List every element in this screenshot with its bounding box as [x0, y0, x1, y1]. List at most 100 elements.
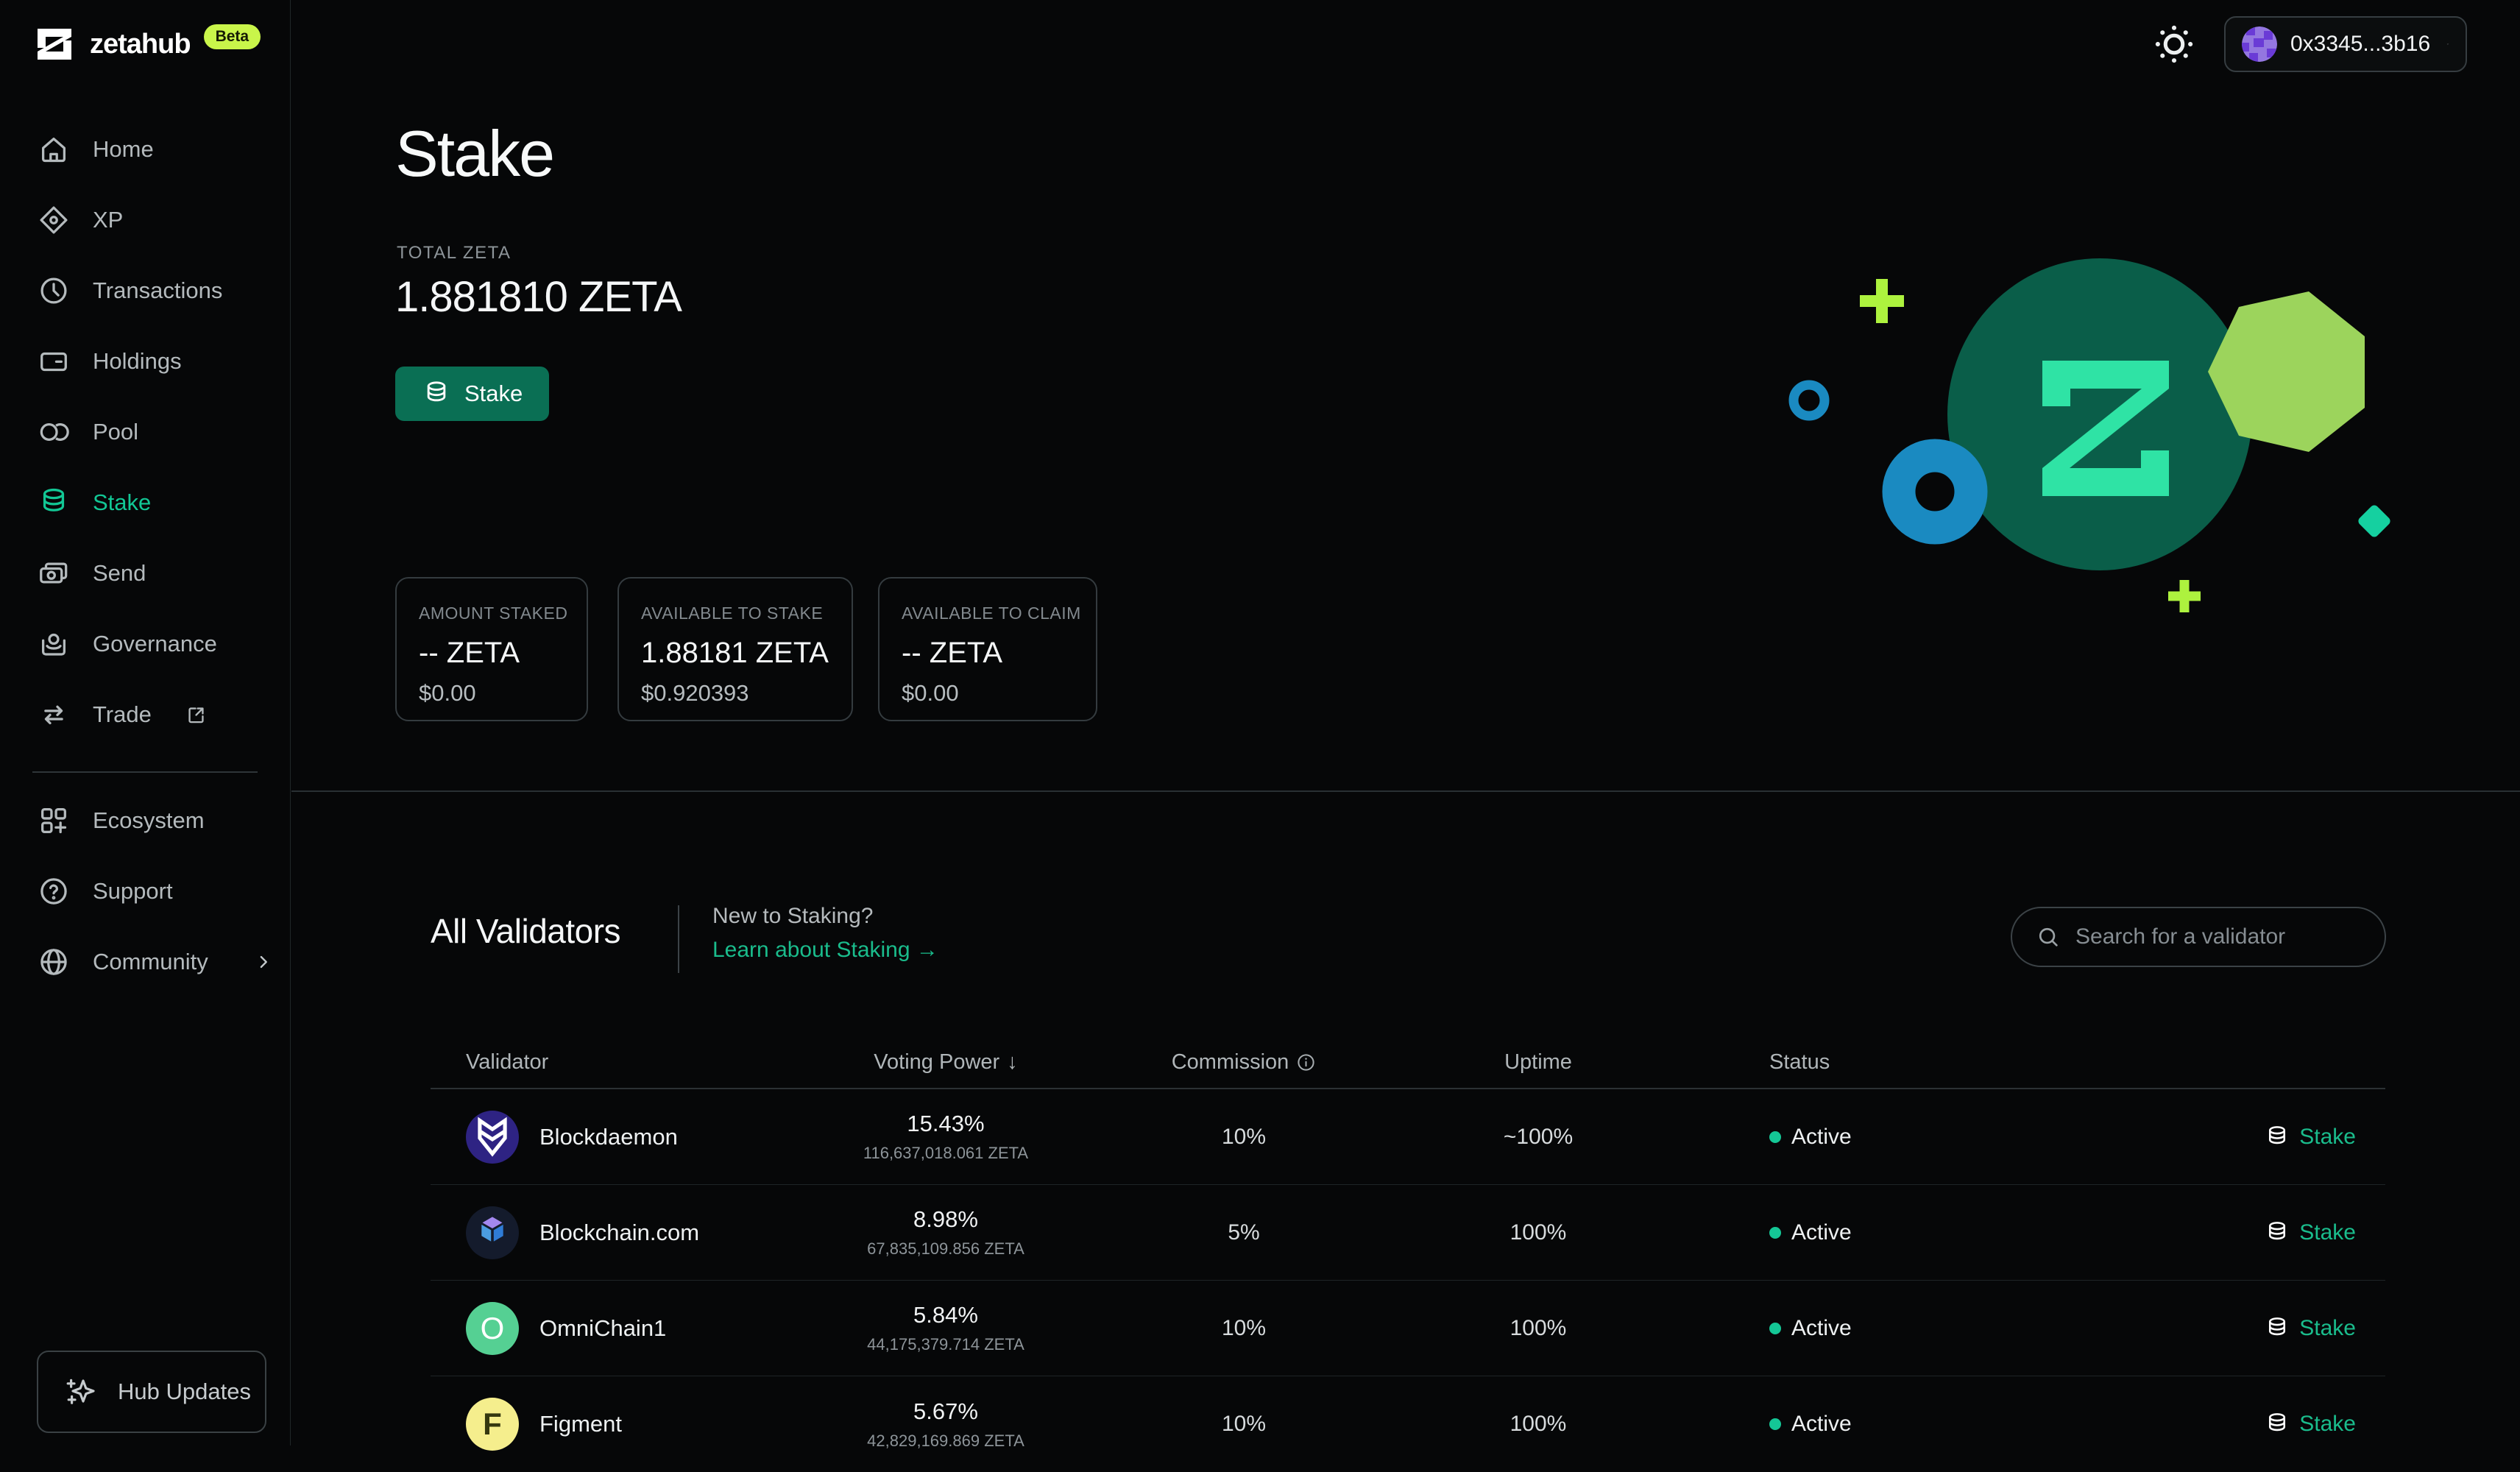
col-status: Status — [1696, 1050, 2050, 1075]
stake-button[interactable]: Stake — [395, 367, 549, 421]
sidebar-item-transactions[interactable]: Transactions — [0, 255, 290, 326]
validator-row-blockchain[interactable]: Blockchain.com 8.98% 67,835,109.856 ZETA… — [431, 1185, 2385, 1281]
active-status-dot — [1769, 1418, 1781, 1430]
stake-action-link[interactable]: Stake — [2264, 1411, 2385, 1437]
validator-row-omnichain1[interactable]: O OmniChain1 5.84% 44,175,379.714 ZETA 1… — [431, 1281, 2385, 1376]
brand-logo[interactable]: zetahub Beta — [0, 0, 290, 66]
governance-icon — [37, 627, 71, 661]
staking-promo-question: New to Staking? — [712, 904, 873, 929]
validator-row-figment[interactable]: F Figment 5.67% 42,829,169.869 ZETA 10% … — [431, 1376, 2385, 1472]
sidebar-item-holdings[interactable]: Holdings — [0, 326, 290, 397]
sidebar-item-support[interactable]: Support — [0, 856, 290, 927]
wallet-card-icon — [37, 344, 71, 378]
sidebar-nav: Home XP Transactions Holdings Pool — [0, 114, 290, 997]
sidebar: zetahub Beta Home XP Transactions Hold — [0, 0, 291, 1446]
validator-search — [2011, 907, 2386, 967]
status-label: Active — [1791, 1220, 1852, 1245]
cash-send-icon — [37, 556, 71, 590]
chevron-right-icon — [252, 951, 275, 973]
validator-row-blockdaemon[interactable]: Blockdaemon 15.43% 116,637,018.061 ZETA … — [431, 1089, 2385, 1185]
active-status-dot — [1769, 1227, 1781, 1239]
sidebar-item-send[interactable]: Send — [0, 538, 290, 609]
validators-table: Validator Voting Power ↓ Commission Upti… — [431, 1036, 2385, 1472]
zeta-hero-illustration — [1737, 243, 2480, 692]
coins-stack-icon — [2264, 1220, 2290, 1246]
figment-avatar: F — [466, 1398, 519, 1451]
voting-power-pct: 15.43% — [863, 1111, 1028, 1137]
card-label: AMOUNT STAKED — [419, 604, 563, 623]
beta-badge: Beta — [204, 24, 261, 49]
validator-name: Blockchain.com — [539, 1220, 699, 1246]
info-icon[interactable] — [1296, 1052, 1316, 1072]
sidebar-item-home[interactable]: Home — [0, 114, 290, 185]
card-value: -- ZETA — [419, 637, 563, 670]
voting-power-pct: 5.84% — [867, 1302, 1024, 1328]
stake-action-link[interactable]: Stake — [2264, 1124, 2385, 1150]
available-to-stake-card: AVAILABLE TO STAKE 1.88181 ZETA $0.92039… — [617, 577, 853, 721]
card-value: -- ZETA — [902, 637, 1072, 670]
chevron-down-icon — [2446, 32, 2449, 56]
coins-stack-icon — [37, 486, 71, 520]
validator-name: Blockdaemon — [539, 1124, 678, 1150]
col-validator: Validator — [431, 1050, 784, 1075]
status-label: Active — [1791, 1316, 1852, 1341]
voting-power-zeta: 44,175,379.714 ZETA — [867, 1335, 1024, 1354]
status-label: Active — [1791, 1412, 1852, 1437]
hub-updates-button[interactable]: Hub Updates — [37, 1351, 266, 1433]
uptime-value: 100% — [1510, 1220, 1567, 1245]
sidebar-item-pool[interactable]: Pool — [0, 397, 290, 467]
trade-swap-icon — [37, 698, 71, 732]
xp-diamond-icon — [37, 203, 71, 237]
sidebar-item-xp[interactable]: XP — [0, 185, 290, 255]
stake-action-link[interactable]: Stake — [2264, 1315, 2385, 1342]
card-usd: $0.00 — [902, 680, 1072, 707]
stake-action-link[interactable]: Stake — [2264, 1220, 2385, 1246]
voting-power-zeta: 116,637,018.061 ZETA — [863, 1144, 1028, 1163]
table-header: Validator Voting Power ↓ Commission Upti… — [431, 1036, 2385, 1089]
status-label: Active — [1791, 1125, 1852, 1150]
sidebar-item-community[interactable]: Community — [0, 927, 290, 997]
sun-icon — [2151, 21, 2198, 68]
col-commission: Commission — [1172, 1050, 1317, 1075]
external-link-icon — [184, 703, 208, 727]
active-status-dot — [1769, 1323, 1781, 1334]
sidebar-item-governance[interactable]: Governance — [0, 609, 290, 679]
card-value: 1.88181 ZETA — [641, 637, 828, 670]
coins-stack-icon — [2264, 1124, 2290, 1150]
uptime-value: ~100% — [1504, 1125, 1573, 1150]
amount-staked-card: AMOUNT STAKED -- ZETA $0.00 — [395, 577, 588, 721]
blockdaemon-avatar — [466, 1111, 519, 1164]
commission-value: 10% — [1222, 1412, 1266, 1437]
voting-power-zeta: 42,829,169.869 ZETA — [867, 1432, 1024, 1451]
total-zeta-label: TOTAL ZETA — [397, 243, 511, 263]
theme-toggle-button[interactable] — [2151, 21, 2198, 68]
validators-heading: All Validators — [431, 911, 620, 951]
pool-circles-icon — [37, 415, 71, 449]
search-icon — [2036, 924, 2061, 949]
sidebar-item-trade[interactable]: Trade — [0, 679, 290, 750]
search-input[interactable] — [2075, 924, 2362, 949]
coins-stack-icon — [2264, 1411, 2290, 1437]
sidebar-divider — [32, 771, 258, 773]
blockchain-avatar — [466, 1206, 519, 1259]
clock-icon — [37, 274, 71, 308]
stake-summary-cards: AMOUNT STAKED -- ZETA $0.00 AVAILABLE TO… — [395, 577, 1097, 721]
sidebar-item-ecosystem[interactable]: Ecosystem — [0, 785, 290, 856]
active-status-dot — [1769, 1131, 1781, 1143]
total-zeta-value: 1.881810 ZETA — [395, 272, 682, 322]
wallet-account-button[interactable]: 0x3345...3b16 — [2224, 16, 2467, 72]
validator-name: OmniChain1 — [539, 1315, 666, 1342]
card-usd: $0.00 — [419, 680, 563, 707]
page-title: Stake — [395, 116, 553, 191]
col-voting-power[interactable]: Voting Power ↓ — [874, 1050, 1017, 1075]
brand-name: zetahub — [90, 29, 191, 60]
wallet-address: 0x3345...3b16 — [2290, 32, 2430, 57]
card-label: AVAILABLE TO STAKE — [641, 604, 828, 623]
card-label: AVAILABLE TO CLAIM — [902, 604, 1072, 623]
col-uptime: Uptime — [1504, 1050, 1572, 1075]
uptime-value: 100% — [1510, 1412, 1567, 1437]
commission-value: 10% — [1222, 1316, 1266, 1341]
sparkles-icon — [63, 1374, 99, 1409]
learn-about-staking-link[interactable]: Learn about Staking → — [712, 938, 938, 963]
sidebar-item-stake[interactable]: Stake — [0, 467, 290, 538]
